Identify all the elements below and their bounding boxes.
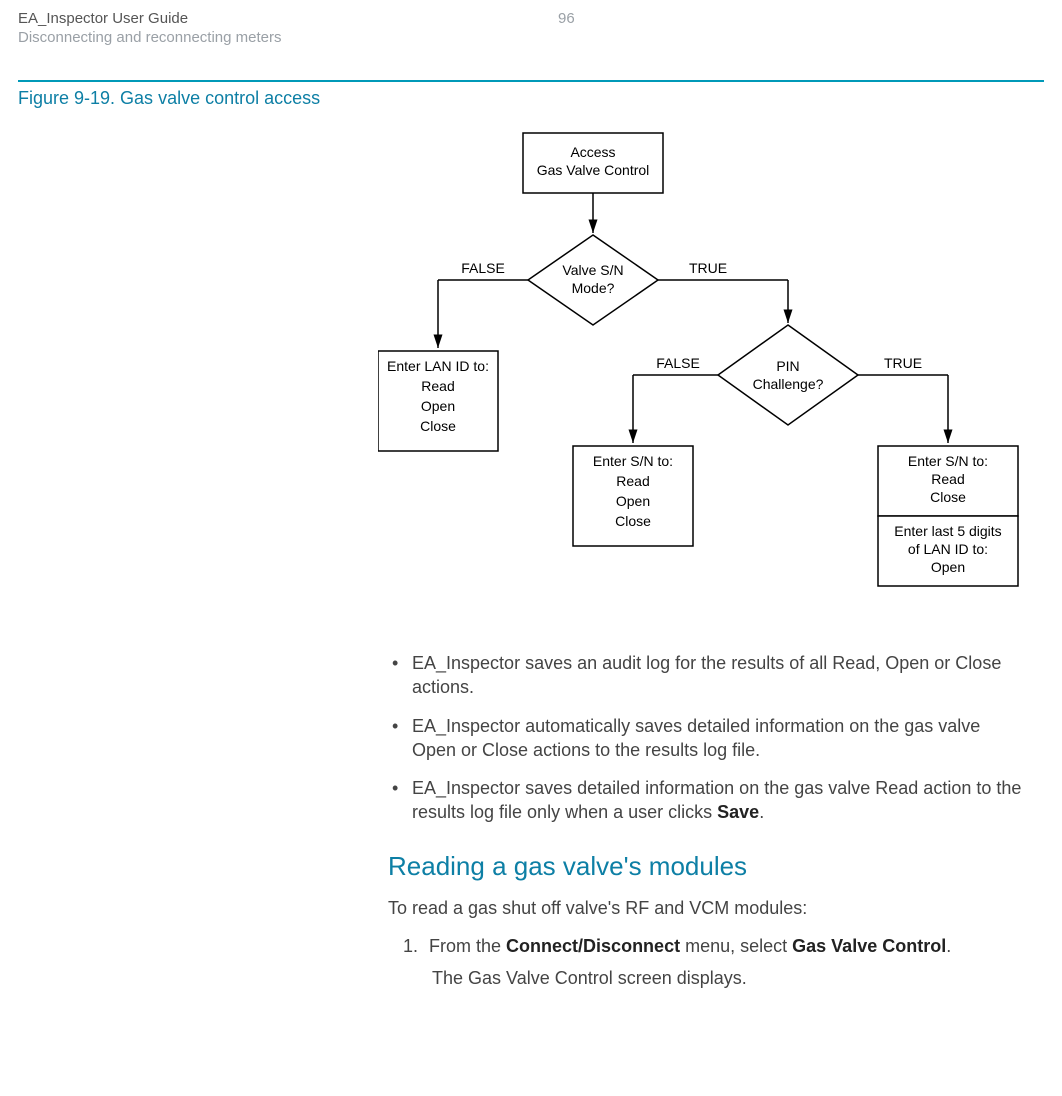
node-access-l2: Gas Valve Control [537,162,650,178]
node-lan-l2: Read [421,378,454,394]
header-rule [18,80,1044,82]
node-sn-l1: Enter S/N to: [593,453,673,469]
flowchart-svg: Access Gas Valve Control Valve S/N Mode?… [378,123,1038,623]
node-lan-l1: Enter LAN ID to: [387,358,489,374]
node-sn-pin-top-l1: Enter S/N to: [908,453,988,469]
step-1-bold2: Gas Valve Control [792,936,946,956]
figure-caption: Figure 9-19. Gas valve control access [18,88,1044,109]
body-content: EA_Inspector saves an audit log for the … [388,651,1024,991]
node-sn-pin-bot-l1: Enter last 5 digits [894,523,1001,539]
bullet-3-bold: Save [717,802,759,822]
step-1-bold1: Connect/Disconnect [506,936,680,956]
node-sn-pin-bot-l2: of LAN ID to: [908,541,988,557]
label-d1-true: TRUE [689,260,727,276]
label-d2-true: TRUE [884,355,922,371]
step-1-pre: From the [429,936,506,956]
step-list: 1. From the Connect/Disconnect menu, sel… [396,934,1024,991]
node-sn-pin-bot-l3: Open [931,559,965,575]
step-1-follow: The Gas Valve Control screen displays. [432,966,1024,990]
node-lan-l3: Open [421,398,455,414]
node-sn-pin-top-l3: Close [930,489,966,505]
bullet-3-post: . [759,802,764,822]
label-d1-false: FALSE [461,260,505,276]
bullet-1: EA_Inspector saves an audit log for the … [388,651,1024,700]
bullet-list: EA_Inspector saves an audit log for the … [388,651,1024,825]
step-1-num: 1. [396,934,418,958]
bullet-2-text: EA_Inspector automatically saves detaile… [412,716,980,760]
node-lan-l4: Close [420,418,456,434]
section-intro: To read a gas shut off valve's RF and VC… [388,896,1024,920]
bullet-1-text: EA_Inspector saves an audit log for the … [412,653,1001,697]
doc-title: EA_Inspector User Guide [18,10,558,27]
node-decision2-l2: Challenge? [753,376,824,392]
step-1: 1. From the Connect/Disconnect menu, sel… [396,934,1024,958]
node-decision1-l2: Mode? [572,280,615,296]
page-number: 96 [558,10,575,46]
node-decision1-l1: Valve S/N [562,262,623,278]
node-access-l1: Access [570,144,615,160]
bullet-2: EA_Inspector automatically saves detaile… [388,714,1024,763]
node-sn-l4: Close [615,513,651,529]
flowchart: Access Gas Valve Control Valve S/N Mode?… [378,123,1044,623]
node-decision2-l1: PIN [776,358,799,374]
step-1-post: . [946,936,951,956]
node-decision2 [718,325,858,425]
page-header: EA_Inspector User Guide Disconnecting an… [18,10,1044,46]
doc-subtitle: Disconnecting and reconnecting meters [18,29,558,46]
node-sn-l2: Read [616,473,649,489]
bullet-3: EA_Inspector saves detailed information … [388,776,1024,825]
step-1-body: From the Connect/Disconnect menu, select… [429,936,951,956]
node-sn-pin-top-l2: Read [931,471,964,487]
label-d2-false: FALSE [656,355,700,371]
section-heading: Reading a gas valve's modules [388,849,1024,884]
step-1-mid: menu, select [680,936,792,956]
node-sn-l3: Open [616,493,650,509]
